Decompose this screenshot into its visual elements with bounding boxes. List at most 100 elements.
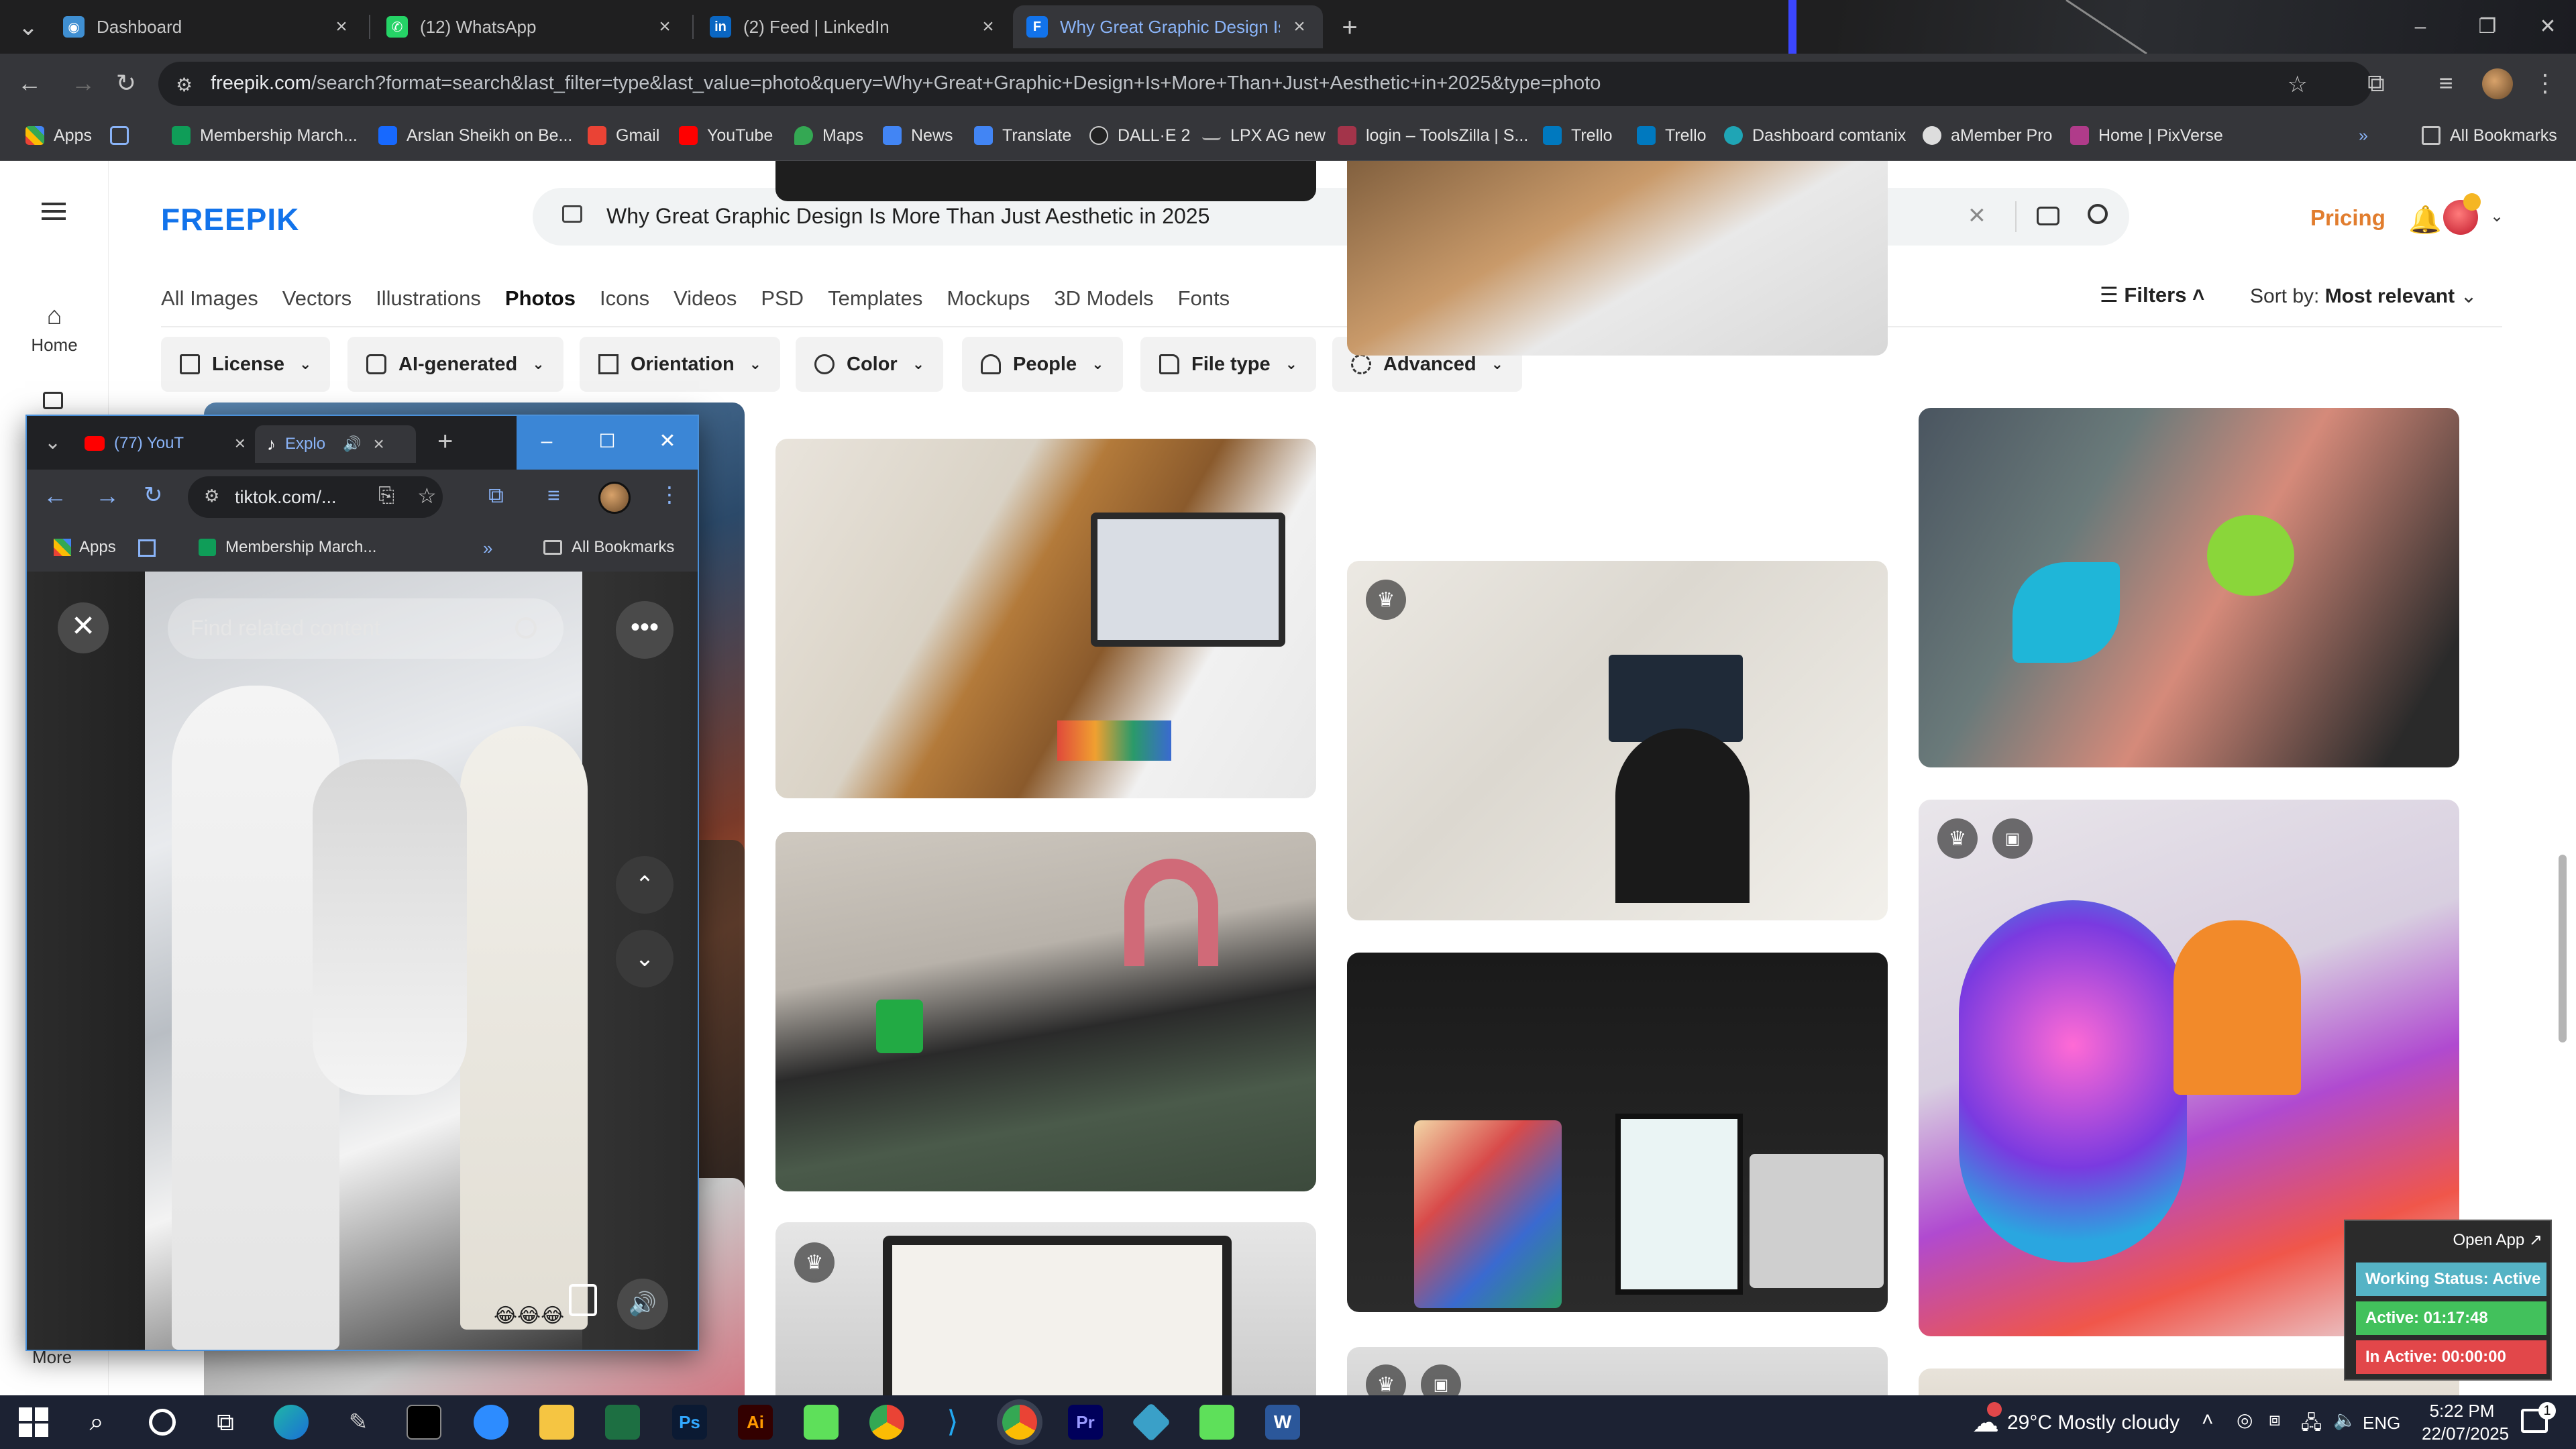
hamburger-menu-icon[interactable] <box>42 203 66 220</box>
back-button[interactable]: ← <box>43 482 67 510</box>
bookmark-news[interactable]: News <box>883 121 953 150</box>
new-tab-button[interactable]: + <box>1335 13 1364 43</box>
bookmark-trello-1[interactable]: Trello <box>1543 121 1613 150</box>
filters-toggle[interactable]: ☰ Filters ˄ <box>2100 283 2204 307</box>
tab-3d-models[interactable]: 3D Models <box>1054 282 1153 322</box>
filter-color[interactable]: Color ⌄ <box>796 337 944 392</box>
tab-dashboard[interactable]: ◉ Dashboard × <box>50 5 365 48</box>
bookmark-membership[interactable]: Membership March... <box>172 121 358 150</box>
filter-ai-generated[interactable]: AI-generated ⌄ <box>347 337 564 392</box>
bookmark-comtanix[interactable]: Dashboard comtanix <box>1724 121 1906 150</box>
bookmark-youtube[interactable]: YouTube <box>679 121 773 150</box>
bookmark-lpx[interactable]: LPX AG new <box>1202 121 1326 150</box>
search-input[interactable]: Why Great Graphic Design Is More Than Ju… <box>606 204 1210 229</box>
filter-license[interactable]: License ⌄ <box>161 337 331 392</box>
volume-icon[interactable]: 🔈 <box>2333 1409 2357 1431</box>
bookmark-star-icon[interactable]: ☆ <box>417 483 437 508</box>
tab-whatsapp[interactable]: ✆ (12) WhatsApp × <box>373 5 688 48</box>
all-bookmarks-folder[interactable]: All Bookmarks <box>543 538 674 557</box>
excel-icon[interactable] <box>605 1405 640 1440</box>
bookmark-apps[interactable]: Apps <box>54 538 116 557</box>
maximize-button[interactable]: ❐ <box>2454 0 2521 54</box>
sort-by-dropdown[interactable]: Sort by: Most relevant ⌄ <box>2250 284 2477 308</box>
bookmark-trello-2[interactable]: Trello <box>1637 121 1707 150</box>
close-icon[interactable]: × <box>655 17 675 37</box>
chrome-menu-icon[interactable]: ⋮ <box>2529 67 2561 99</box>
tab-vectors[interactable]: Vectors <box>282 282 352 322</box>
popup-minimize-button[interactable]: – <box>517 416 577 470</box>
bookmark-dalle[interactable]: DALL·E 2 <box>1089 121 1190 150</box>
install-app-icon[interactable]: ⎘ <box>378 484 394 507</box>
tab-search-button[interactable]: ⌄ <box>12 11 44 43</box>
photo-card[interactable] <box>1919 408 2459 767</box>
back-button[interactable]: ← <box>13 67 46 99</box>
close-icon[interactable]: × <box>1289 17 1309 37</box>
camera-search-icon[interactable] <box>2037 207 2059 225</box>
popup-tab-youtube[interactable]: (77) YouT × <box>85 428 246 459</box>
image-type-icon[interactable] <box>562 205 582 223</box>
windows-start-icon[interactable] <box>16 1405 51 1440</box>
reading-list-icon[interactable]: ≡ <box>2430 67 2462 99</box>
bookmark-star-icon[interactable]: ☆ <box>2288 71 2308 98</box>
photo-card[interactable] <box>1347 161 1888 356</box>
forward-button[interactable]: → <box>67 67 99 99</box>
tray-app-icon[interactable]: ◎ <box>2237 1409 2253 1431</box>
popup-address-bar[interactable]: ⚙ tiktok.com/... <box>188 476 443 518</box>
bookmark-gmail[interactable]: Gmail <box>588 121 659 150</box>
photo-card[interactable]: ♛ ▣ <box>1347 1347 1888 1395</box>
next-video-button[interactable]: ⌄ <box>616 930 674 987</box>
previous-video-button[interactable]: ⌃ <box>616 856 674 914</box>
tab-psd[interactable]: PSD <box>761 282 804 322</box>
photo-card[interactable] <box>775 439 1316 798</box>
grid-icon[interactable] <box>138 539 156 557</box>
task-view-icon[interactable]: ⧉ <box>208 1405 243 1440</box>
word-icon[interactable]: W <box>1265 1405 1300 1440</box>
tray-chevron-up-icon[interactable]: ˄ <box>2202 1409 2214 1432</box>
find-related-input[interactable]: Find related content <box>168 598 564 659</box>
close-icon[interactable]: × <box>331 17 352 37</box>
forward-button[interactable]: → <box>95 482 119 510</box>
more-bookmarks-button[interactable]: » <box>2359 121 2368 150</box>
bookmark-apps[interactable]: Apps <box>25 121 92 150</box>
close-video-button[interactable]: ✕ <box>58 602 109 653</box>
video-frame[interactable]: 😂😂😂 <box>145 572 588 1350</box>
search-icon[interactable] <box>515 617 537 639</box>
speaker-icon[interactable]: 🔊 <box>343 435 361 453</box>
reading-list-icon[interactable]: ≡ <box>547 483 560 508</box>
weather-widget[interactable]: ☁ 29°C Mostly cloudy <box>1972 1407 2180 1438</box>
bookmark-toolszilla[interactable]: login – ToolsZilla | S... <box>1338 121 1528 150</box>
search-icon[interactable]: ⌕ <box>79 1405 114 1440</box>
filter-file-type[interactable]: File type ⌄ <box>1140 337 1317 392</box>
search-bar[interactable]: Why Great Graphic Design Is More Than Ju… <box>533 188 2129 246</box>
reload-button[interactable]: ↻ <box>144 482 163 508</box>
zoom-icon[interactable] <box>474 1405 508 1440</box>
filter-orientation[interactable]: Orientation ⌄ <box>580 337 781 392</box>
bookmark-maps[interactable]: Maps <box>794 121 863 150</box>
tab-freepik[interactable]: F Why Great Graphic Design Is M × <box>1013 5 1323 48</box>
bookmark-translate[interactable]: Translate <box>974 121 1071 150</box>
green-app-icon[interactable] <box>804 1405 839 1440</box>
cortana-icon[interactable] <box>149 1409 176 1436</box>
tab-icons[interactable]: Icons <box>600 282 649 322</box>
close-window-button[interactable]: ✕ <box>2514 0 2576 54</box>
vscode-icon[interactable]: ⟩ <box>935 1405 970 1440</box>
close-icon[interactable]: × <box>978 17 998 37</box>
profile-avatar[interactable] <box>2482 68 2513 99</box>
popup-tab-search-button[interactable]: ⌄ <box>44 431 61 454</box>
tab-linkedin[interactable]: in (2) Feed | LinkedIn × <box>696 5 1012 48</box>
photo-card[interactable] <box>1347 953 1888 1312</box>
more-options-button[interactable]: ••• <box>616 601 674 659</box>
green-app-icon[interactable] <box>1199 1405 1234 1440</box>
tray-app-icon[interactable]: ⧈ <box>2269 1409 2281 1431</box>
open-app-link[interactable]: Open App ↗ <box>2453 1230 2542 1250</box>
tab-templates[interactable]: Templates <box>828 282 922 322</box>
extensions-icon[interactable]: ⧉ <box>2360 67 2392 99</box>
illustrator-icon[interactable]: Ai <box>738 1405 773 1440</box>
account-chevron-icon[interactable]: ⌄ <box>2490 207 2504 226</box>
volume-button[interactable]: 🔊 <box>617 1279 668 1330</box>
all-bookmarks-folder[interactable]: All Bookmarks <box>2422 121 2557 150</box>
tab-all-images[interactable]: All Images <box>161 282 258 322</box>
premiere-icon[interactable]: Pr <box>1068 1405 1103 1440</box>
edge-icon[interactable] <box>274 1405 309 1440</box>
tab-mockups[interactable]: Mockups <box>947 282 1030 322</box>
